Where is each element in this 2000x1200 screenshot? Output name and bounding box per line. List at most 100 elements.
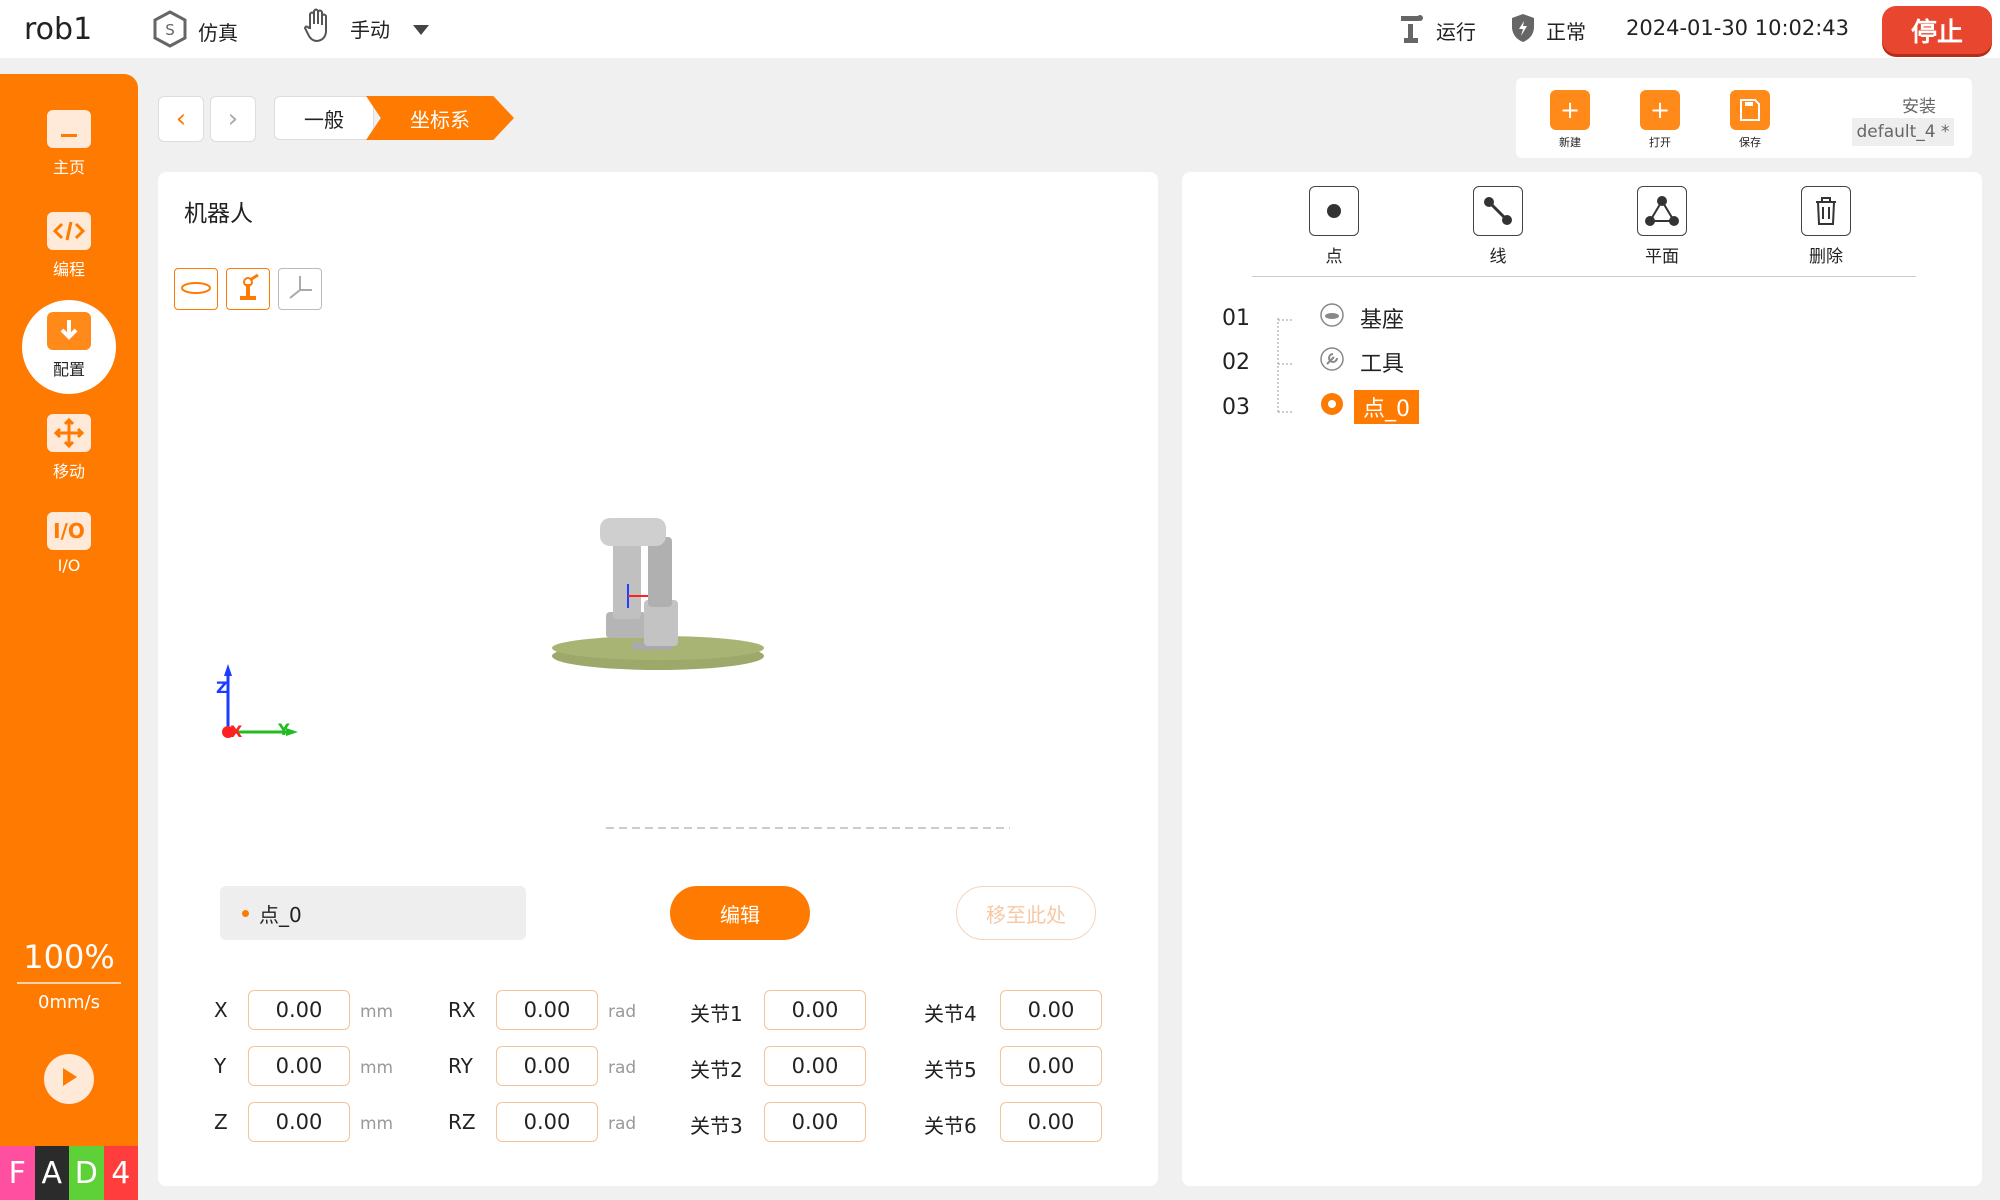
fad-letter: A (34, 1146, 69, 1200)
unit-rad: rad (608, 1114, 637, 1134)
field-x-input[interactable]: 0.00 (248, 990, 350, 1030)
fad-indicator: F A D 4 (0, 1146, 138, 1200)
joint-label: 关节2 (690, 1058, 743, 1082)
field-label-y: Y (214, 1054, 227, 1078)
selected-feature-name: 点_0 (259, 902, 302, 927)
robot-arm-icon (1396, 12, 1426, 49)
tree-item-base[interactable]: 01 基座 (1222, 302, 1404, 334)
mode-label: 仿真 (198, 21, 238, 45)
joint2-input[interactable]: 0.00 (764, 1046, 866, 1086)
axis-x-label: X (230, 722, 243, 741)
sidebar-item-move[interactable]: 移动 (0, 414, 138, 482)
view-base-button[interactable] (174, 268, 218, 310)
unit-rad: rad (608, 1002, 637, 1022)
new-button[interactable]: + 新建 (1540, 90, 1600, 150)
speed-divider (17, 982, 121, 984)
run-status-label: 运行 (1436, 20, 1476, 44)
3d-viewport[interactable]: Z X Y (158, 322, 1158, 852)
svg-text:S: S (165, 21, 175, 39)
joint3-input[interactable]: 0.00 (764, 1102, 866, 1142)
base-icon (1320, 303, 1344, 333)
view-robot-button[interactable] (226, 268, 270, 310)
play-icon (58, 1066, 80, 1092)
health-status: 正常 (1510, 12, 1586, 49)
sidebar-item-config[interactable]: 配置 (0, 312, 138, 380)
play-button[interactable] (44, 1054, 94, 1104)
field-rz-input[interactable]: 0.00 (496, 1102, 598, 1142)
open-label: 打开 (1649, 136, 1671, 149)
install-label: 安装 (1902, 97, 1936, 117)
control-mode-dropdown[interactable]: 手动 (300, 6, 430, 51)
panel-title: 机器人 (184, 201, 253, 227)
simulation-mode[interactable]: S 仿真 (152, 10, 238, 53)
breadcrumb-general[interactable]: 一般 (274, 96, 374, 140)
field-label-z: Z (214, 1110, 228, 1134)
tree-label: 工具 (1360, 352, 1405, 377)
speed-panel[interactable]: 100% 0mm/s (0, 938, 138, 1013)
back-button[interactable]: ‹ (158, 96, 204, 142)
save-icon (1730, 90, 1770, 130)
new-file-icon: + (1550, 90, 1590, 130)
add-plane-button[interactable]: 平面 (1622, 186, 1702, 267)
add-point-button[interactable]: 点 (1294, 186, 1374, 267)
field-label-x: X (214, 998, 228, 1022)
line-icon (1473, 186, 1523, 236)
forward-button[interactable]: › (210, 96, 256, 142)
edit-button[interactable]: 编辑 (670, 886, 810, 940)
save-button[interactable]: 保存 (1720, 90, 1780, 150)
sidebar-item-label: 移动 (52, 462, 85, 481)
joint5-input[interactable]: 0.00 (1000, 1046, 1102, 1086)
fad-letter: D (69, 1146, 104, 1200)
sidebar-item-io[interactable]: I/O I/O (0, 512, 138, 575)
tree-label: 基座 (1360, 308, 1405, 333)
joint-label: 关节3 (690, 1114, 743, 1138)
robot-icon (234, 272, 262, 306)
joint4-input[interactable]: 0.00 (1000, 990, 1102, 1030)
stop-button[interactable]: 停止 (1882, 6, 1992, 54)
axes-icon (286, 272, 314, 306)
bullet-icon (242, 909, 249, 917)
add-line-button[interactable]: 线 (1458, 186, 1538, 267)
file-toolbar: + 新建 + 打开 保存 安装 default_4 * (1516, 78, 1972, 158)
tool-label: 平面 (1645, 247, 1679, 267)
sidebar-item-program[interactable]: 编程 (0, 212, 138, 280)
chevron-right-icon: › (227, 104, 239, 134)
sidebar-item-home[interactable]: 主页 (0, 110, 138, 178)
field-y-input[interactable]: 0.00 (248, 1046, 350, 1086)
tree-item-point-0[interactable]: 03 点_0 (1222, 390, 1419, 424)
health-label: 正常 (1546, 20, 1586, 44)
robot-panel: 机器人 Z X Y 点_0 编辑 移至此处 X 0.00 mm Y 0.00 m… (158, 172, 1158, 1186)
delete-button[interactable]: 删除 (1786, 186, 1866, 267)
open-button[interactable]: + 打开 (1630, 90, 1690, 150)
sidebar-item-label: 配置 (52, 360, 85, 379)
selected-feature-box[interactable]: 点_0 (220, 886, 526, 940)
unit-mm: mm (360, 1002, 394, 1022)
joint-label: 关节1 (690, 1002, 743, 1026)
unit-rad: rad (608, 1058, 637, 1078)
axis-z-label: Z (216, 678, 228, 697)
run-status: 运行 (1396, 12, 1476, 49)
control-label: 手动 (350, 18, 390, 42)
view-axes-button[interactable] (278, 268, 322, 310)
tree-item-tool[interactable]: 02 工具 (1222, 346, 1404, 378)
breadcrumb-coordinate-system[interactable]: 坐标系 (366, 96, 514, 140)
joint6-input[interactable]: 0.00 (1000, 1102, 1102, 1142)
sidebar-item-label: 主页 (52, 158, 85, 177)
joint1-input[interactable]: 0.00 (764, 990, 866, 1030)
joint-label: 关节5 (924, 1058, 977, 1082)
field-label-rz: RZ (448, 1110, 476, 1134)
chevron-down-icon (412, 17, 430, 41)
joint-label: 关节4 (924, 1002, 977, 1026)
speed-value: 0mm/s (38, 992, 100, 1013)
field-rx-input[interactable]: 0.00 (496, 990, 598, 1030)
field-z-input[interactable]: 0.00 (248, 1102, 350, 1142)
tool-label: 删除 (1809, 247, 1843, 267)
move-icon (47, 414, 91, 452)
save-label: 保存 (1739, 136, 1761, 149)
install-value[interactable]: default_4 * (1852, 118, 1954, 146)
tree-index: 03 (1222, 394, 1250, 420)
hand-icon (300, 6, 340, 51)
field-ry-input[interactable]: 0.00 (496, 1046, 598, 1086)
move-here-button[interactable]: 移至此处 (956, 886, 1096, 940)
toolbar-divider (1252, 276, 1916, 277)
